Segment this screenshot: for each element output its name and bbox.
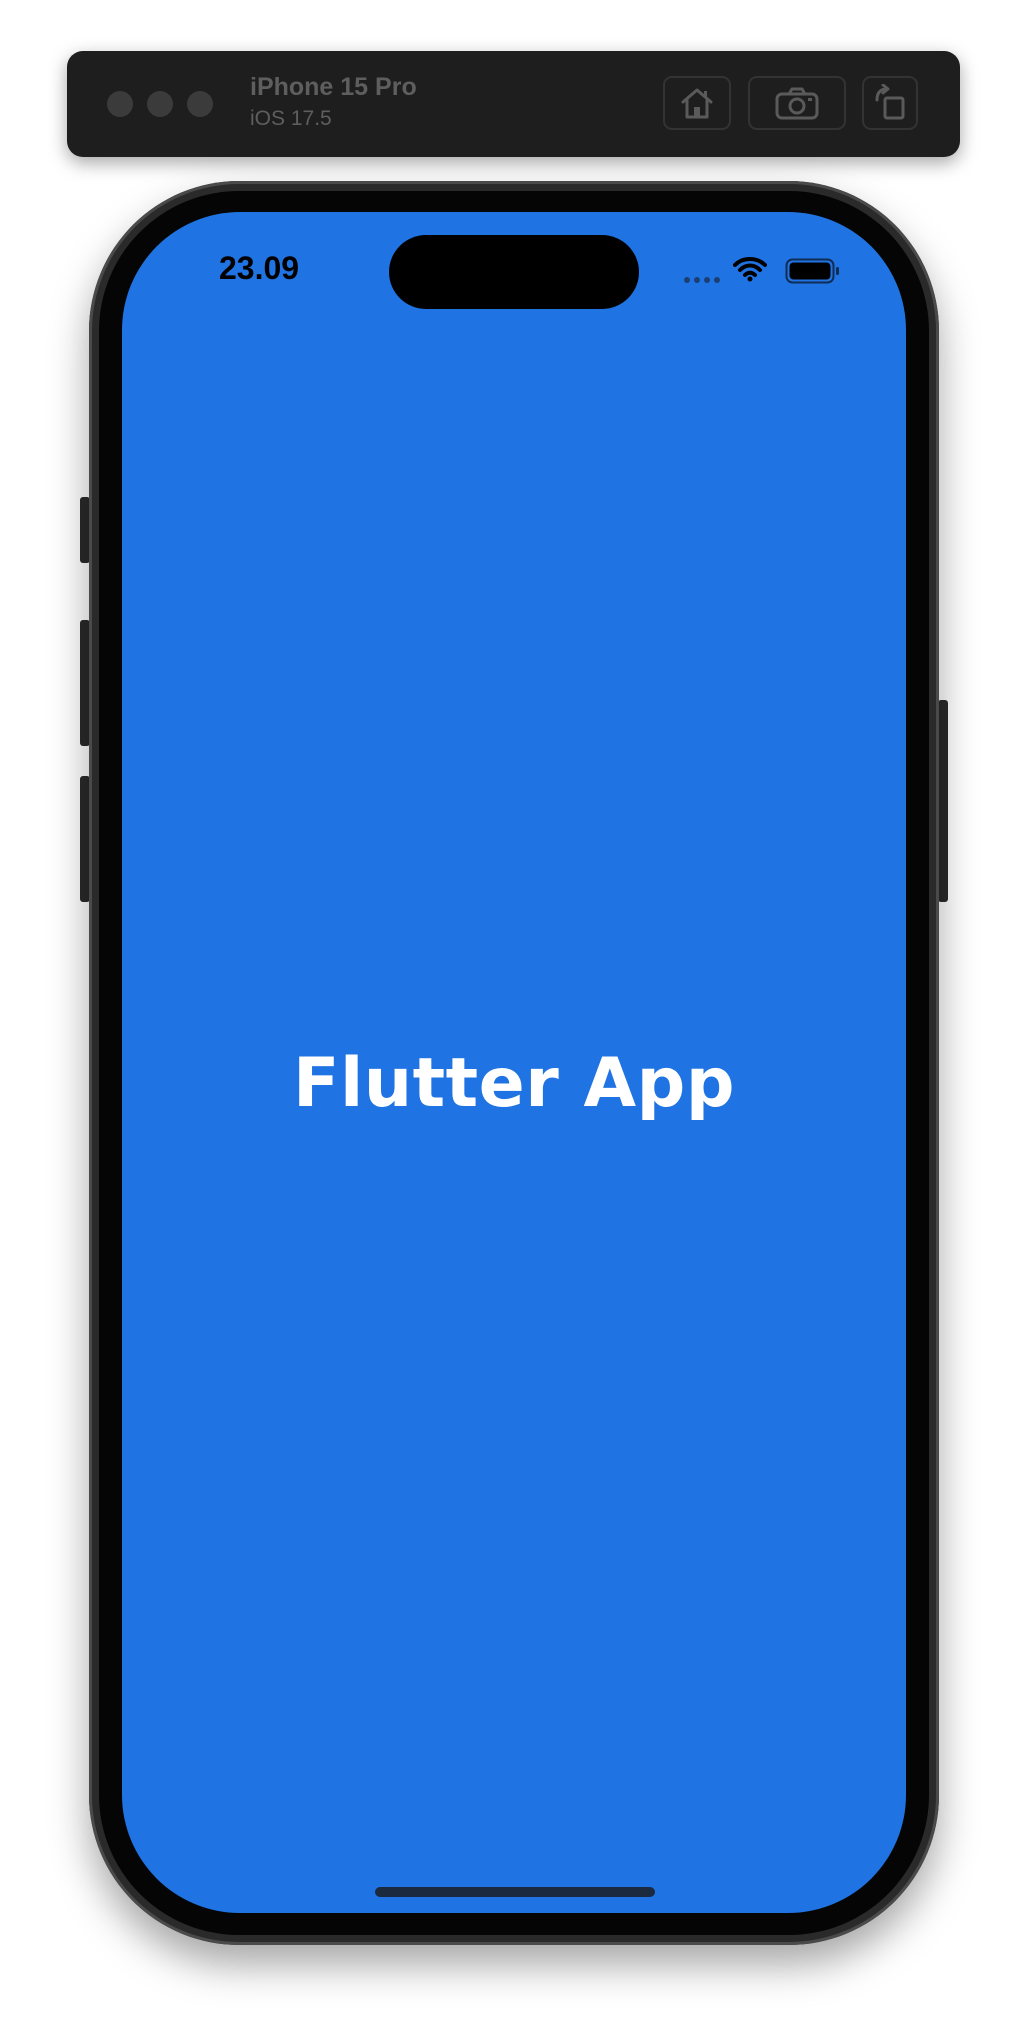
app-title: Flutter App	[293, 1044, 735, 1123]
simulator-stage: iPhone 15 Pro iOS 17.5 23.09 Flutter App	[0, 0, 1028, 2034]
window-close-button[interactable]	[107, 91, 133, 117]
wifi-icon	[733, 257, 767, 282]
device-name: iPhone 15 Pro	[250, 73, 417, 101]
cellular-signal-icon	[684, 277, 720, 283]
screenshot-button[interactable]	[748, 76, 846, 130]
power-button[interactable]	[938, 700, 948, 902]
window-zoom-button[interactable]	[187, 91, 213, 117]
rotate-button[interactable]	[862, 76, 918, 130]
home-indicator[interactable]	[375, 1887, 655, 1897]
device-os-version: iOS 17.5	[250, 107, 332, 130]
dynamic-island	[389, 235, 639, 309]
battery-icon	[785, 258, 839, 284]
status-bar-time: 23.09	[219, 250, 300, 286]
camera-icon	[775, 87, 819, 120]
rotate-icon	[875, 84, 905, 120]
app-screen[interactable]: 23.09 Flutter App	[122, 212, 906, 1913]
window-minimize-button[interactable]	[147, 91, 173, 117]
home-button[interactable]	[663, 76, 731, 130]
home-icon	[681, 88, 713, 119]
simulator-toolbar: iPhone 15 Pro iOS 17.5	[67, 51, 960, 157]
